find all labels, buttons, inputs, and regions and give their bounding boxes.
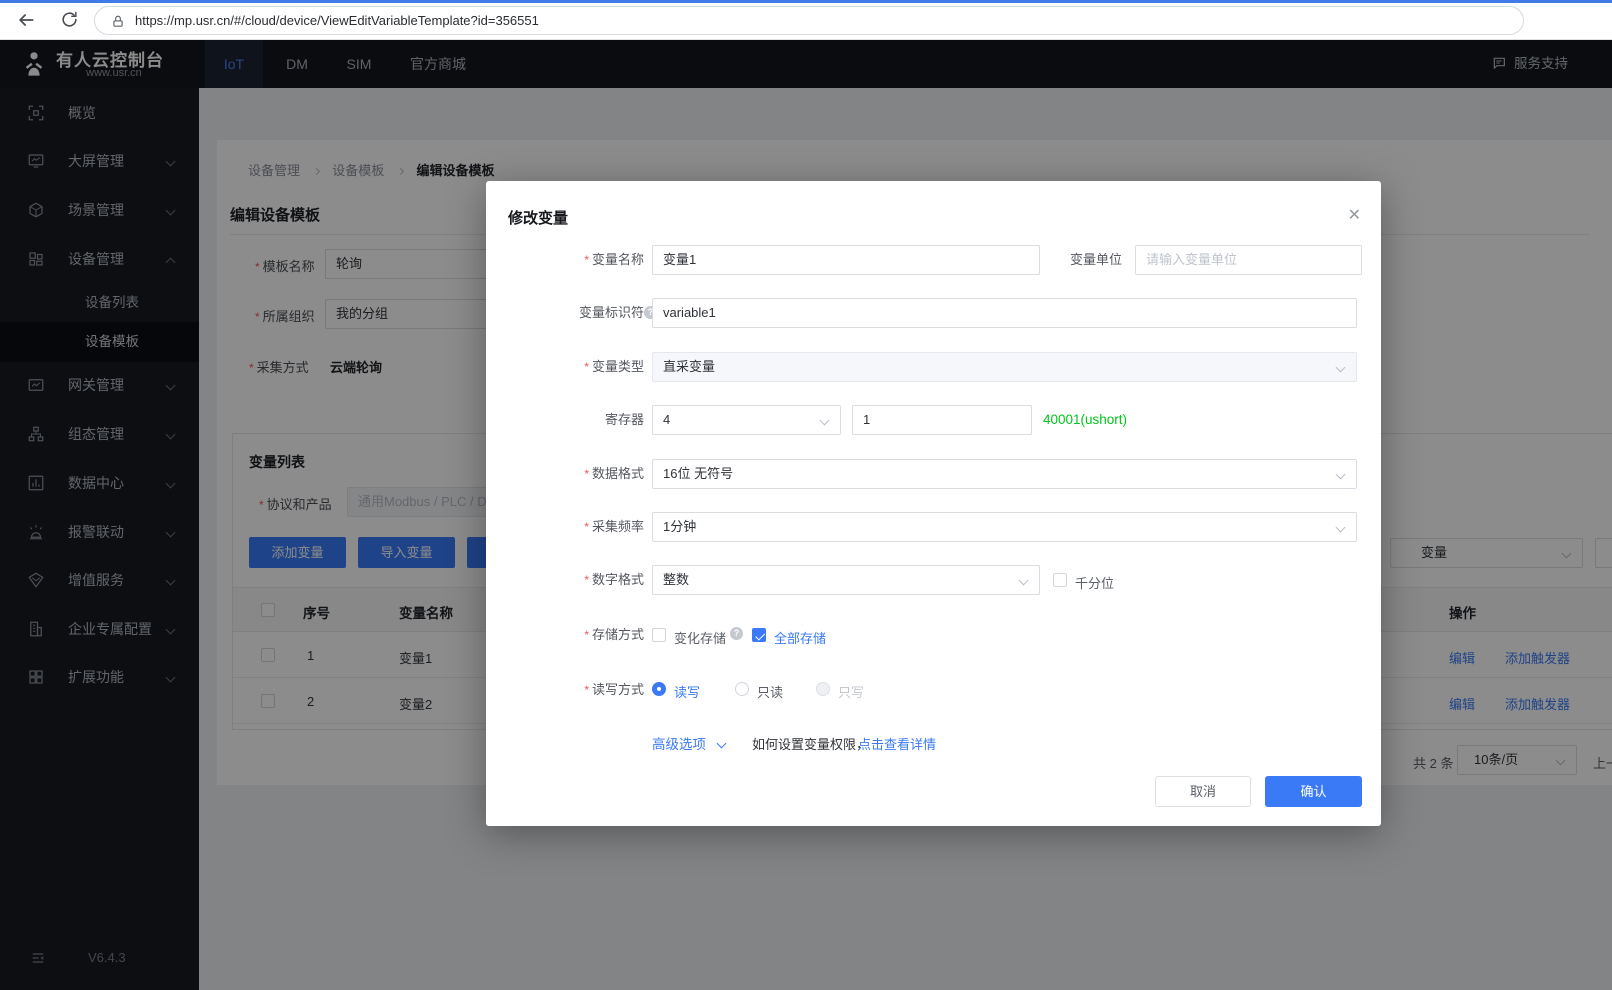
edit-variable-modal: 修改变量 ✕ 变量名称 变量1 变量单位 请输入变量单位 变量标识符 ? var… bbox=[486, 181, 1381, 826]
storage-mode-label: 存储方式 bbox=[494, 620, 644, 650]
storage-all-checkbox[interactable] bbox=[752, 628, 766, 642]
rw-writeonly-label: 只写 bbox=[838, 682, 864, 701]
rw-readonly-radio[interactable] bbox=[735, 682, 749, 696]
close-icon[interactable]: ✕ bbox=[1348, 205, 1361, 225]
back-icon[interactable] bbox=[16, 10, 36, 30]
url-text: https://mp.usr.cn/#/cloud/device/ViewEdi… bbox=[135, 13, 539, 28]
data-format-label: 数据格式 bbox=[494, 459, 644, 489]
thousands-checkbox[interactable] bbox=[1053, 573, 1067, 587]
help-icon[interactable]: ? bbox=[730, 627, 743, 640]
variable-unit-label: 变量单位 bbox=[1046, 245, 1122, 275]
rw-readonly-label: 只读 bbox=[757, 682, 783, 701]
frequency-select[interactable]: 1分钟 bbox=[652, 512, 1357, 542]
chevron-down-icon bbox=[1336, 363, 1346, 373]
modal-title: 修改变量 bbox=[508, 207, 568, 228]
chevron-down-icon bbox=[820, 416, 830, 426]
url-bar[interactable]: https://mp.usr.cn/#/cloud/device/ViewEdi… bbox=[94, 6, 1524, 35]
variable-name-input[interactable]: 变量1 bbox=[652, 245, 1040, 275]
number-format-select[interactable]: 整数 bbox=[652, 565, 1040, 595]
variable-type-select[interactable]: 直采变量 bbox=[652, 352, 1357, 382]
thousands-label: 千分位 bbox=[1075, 573, 1114, 592]
rw-writeonly-radio bbox=[816, 682, 830, 696]
frequency-label: 采集频率 bbox=[494, 512, 644, 542]
advanced-options-toggle[interactable]: 高级选项 bbox=[652, 733, 725, 753]
lock-icon bbox=[111, 14, 125, 29]
rw-readwrite-radio[interactable] bbox=[652, 682, 666, 696]
rw-readwrite-label: 读写 bbox=[674, 682, 700, 701]
chevron-down-icon bbox=[1019, 576, 1029, 586]
variable-type-label: 变量类型 bbox=[494, 352, 644, 382]
refresh-icon[interactable] bbox=[60, 10, 79, 29]
number-format-label: 数字格式 bbox=[494, 565, 644, 595]
browser-toolbar: https://mp.usr.cn/#/cloud/device/ViewEdi… bbox=[0, 0, 1612, 40]
permission-hint-text: 如何设置变量权限， bbox=[752, 734, 869, 753]
permission-detail-link[interactable]: 点击查看详情 bbox=[858, 734, 936, 753]
storage-change-label: 变化存储 bbox=[674, 628, 726, 647]
storage-change-checkbox[interactable] bbox=[652, 628, 666, 642]
identifier-label: 变量标识符 bbox=[494, 298, 644, 328]
register-label: 寄存器 bbox=[494, 405, 644, 435]
chevron-down-icon bbox=[1336, 523, 1346, 533]
identifier-input[interactable]: variable1 bbox=[652, 298, 1357, 328]
window-top-edge bbox=[0, 0, 1612, 3]
storage-all-label: 全部存储 bbox=[774, 628, 826, 647]
register-hint: 40001(ushort) bbox=[1043, 405, 1127, 435]
cancel-button[interactable]: 取消 bbox=[1155, 776, 1251, 807]
screen: https://mp.usr.cn/#/cloud/device/ViewEdi… bbox=[0, 0, 1612, 990]
data-format-select[interactable]: 16位 无符号 bbox=[652, 459, 1357, 489]
chevron-down-icon bbox=[1336, 470, 1346, 480]
rw-mode-label: 读写方式 bbox=[494, 675, 644, 705]
variable-unit-input[interactable]: 请输入变量单位 bbox=[1135, 245, 1362, 275]
chevron-down-icon bbox=[716, 739, 726, 749]
confirm-button[interactable]: 确认 bbox=[1265, 776, 1362, 807]
variable-name-label: 变量名称 bbox=[494, 245, 644, 275]
register-address-input[interactable]: 1 bbox=[852, 405, 1032, 435]
register-type-select[interactable]: 4 bbox=[652, 405, 841, 435]
